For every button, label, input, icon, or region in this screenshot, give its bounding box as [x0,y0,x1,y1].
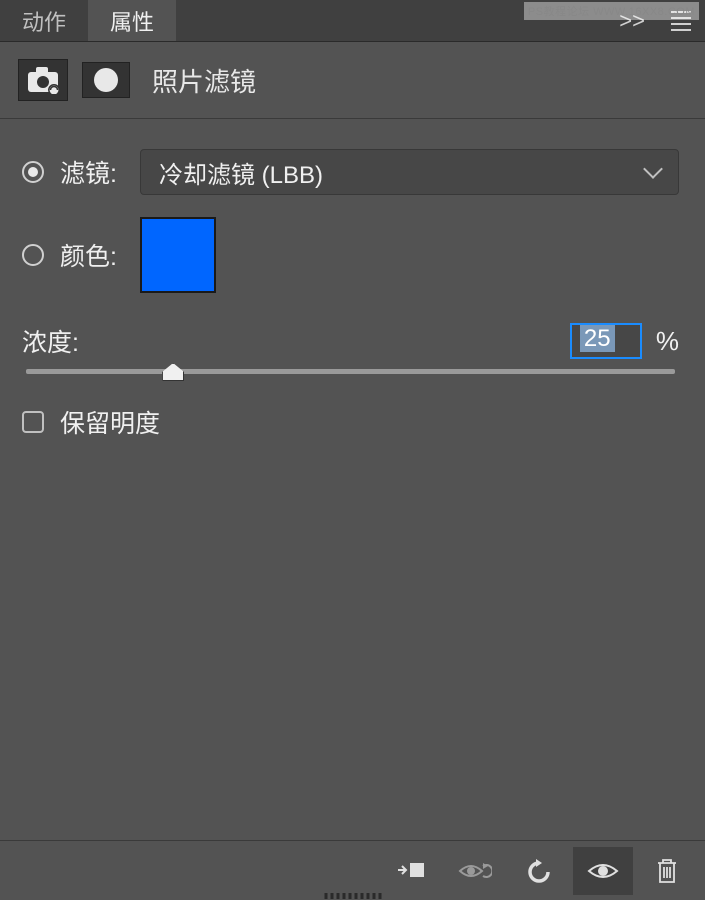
filter-row: 滤镜: 冷却滤镜 (LBB) [22,149,679,195]
color-radio[interactable] [22,244,44,266]
density-label: 浓度: [22,323,79,359]
color-swatch[interactable] [140,217,216,293]
color-row: 颜色: [22,217,679,293]
adjustment-layer-icon[interactable] [18,59,68,101]
filter-label: 滤镜: [60,154,130,190]
toggle-visibility-button[interactable] [573,847,633,895]
tab-actions[interactable]: 动作 [0,0,88,41]
filter-dropdown[interactable]: 冷却滤镜 (LBB) [140,149,679,195]
delete-button[interactable] [637,847,697,895]
color-label: 颜色: [60,237,130,273]
density-row: 浓度: 25 % [22,323,679,359]
clip-icon [396,859,426,883]
eye-icon [587,861,619,881]
filter-selected-text: 冷却滤镜 (LBB) [159,155,323,190]
preserve-luminosity-row: 保留明度 [22,404,679,440]
mask-circle-icon [94,68,118,92]
resize-handle[interactable] [324,893,381,900]
watermark-text: PS教程论坛 WWW.16XX8.COM [524,2,699,20]
preserve-luminosity-checkbox[interactable] [22,411,44,433]
density-input[interactable]: 25 [570,323,642,359]
slider-thumb[interactable] [162,363,184,381]
panel-header: 照片滤镜 [0,42,705,118]
panel-title: 照片滤镜 [152,62,256,99]
panel-footer [0,840,705,900]
panel-body: 滤镜: 冷却滤镜 (LBB) 颜色: 浓度: 25 % 保留明度 [0,119,705,460]
camera-icon [26,66,60,94]
reset-button[interactable] [509,847,569,895]
reset-icon [525,858,553,884]
view-previous-state-button[interactable] [445,847,505,895]
layer-mask-icon[interactable] [82,62,130,98]
eye-back-icon [458,860,492,882]
filter-radio[interactable] [22,161,44,183]
tab-properties[interactable]: 属性 [88,0,176,41]
preserve-luminosity-label: 保留明度 [60,404,160,440]
chevron-down-icon [643,159,663,179]
trash-icon [656,858,678,884]
density-unit: % [656,326,679,357]
slider-track [26,369,675,374]
density-slider[interactable] [22,369,679,374]
clip-to-layer-button[interactable] [381,847,441,895]
